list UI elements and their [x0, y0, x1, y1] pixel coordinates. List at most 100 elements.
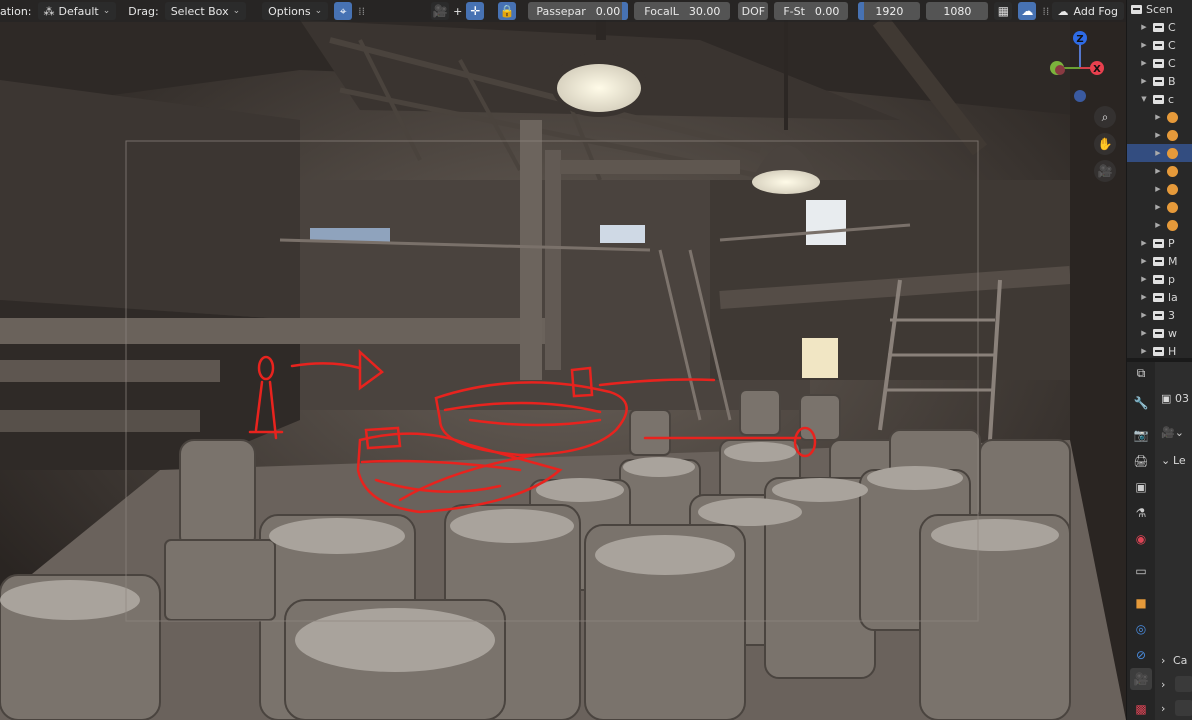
outliner-row[interactable]: ▶: [1127, 162, 1192, 180]
neg-x-axis-icon: [1055, 65, 1065, 75]
outliner-row[interactable]: ▶ w: [1127, 324, 1192, 342]
outliner-row[interactable]: ▶ 3: [1127, 306, 1192, 324]
view-layer-icon[interactable]: ▣: [1130, 476, 1152, 498]
expand-right-icon[interactable]: ▶: [1153, 185, 1163, 193]
outliner-row[interactable]: ▶ C: [1127, 18, 1192, 36]
outliner-row[interactable]: ▶: [1127, 108, 1192, 126]
object-icon[interactable]: ■: [1130, 592, 1152, 614]
dof-toggle[interactable]: DOF: [738, 2, 769, 20]
collapsed-panel-header[interactable]: ›: [1161, 678, 1165, 691]
expand-right-icon[interactable]: ▶: [1153, 203, 1163, 211]
outliner-row[interactable]: ▶ P: [1127, 234, 1192, 252]
outliner-row[interactable]: ▶: [1127, 198, 1192, 216]
orientation-dropdown[interactable]: ⁂ Default ⌄: [37, 2, 117, 20]
outliner-row[interactable]: Scen: [1127, 0, 1192, 18]
outliner[interactable]: Scen ▶ C ▶ C ▶ C ▶ B ▼ c ▶ ▶ ▶ ▶ ▶ ▶ ▶ ▶ P ▶ M ▶ p ▶ la ▶ 3 ▶ w ▶ H: [1127, 0, 1192, 358]
drag-handle-icon[interactable]: ⁞⁞: [1042, 5, 1049, 18]
expand-down-icon[interactable]: ▼: [1139, 95, 1149, 103]
collapsed-panel-header[interactable]: ›: [1161, 702, 1165, 715]
fog-tool-icon[interactable]: ☁: [1018, 2, 1037, 20]
camera-icon[interactable]: 🎥: [431, 2, 450, 20]
outliner-row[interactable]: ▶: [1127, 180, 1192, 198]
orientation-value: Default: [58, 4, 99, 18]
properties-editor[interactable]: ⧉ 🔧 📷 🖨 ▣ ⚗ ◉ ▭ ■ ◎ ⊘ 🎥 ▩ ▣ 03 🎥⌄ ⌄ Le ›…: [1127, 362, 1192, 720]
outliner-row-label: C: [1168, 20, 1176, 34]
expand-right-icon[interactable]: ▶: [1139, 23, 1149, 31]
lock-icon[interactable]: 🔒: [498, 2, 517, 20]
add-icon[interactable]: +: [453, 5, 462, 18]
camera-data-icon[interactable]: 🎥⌄: [1161, 426, 1184, 439]
object-name[interactable]: 03: [1175, 392, 1189, 405]
expand-right-icon[interactable]: ▶: [1139, 59, 1149, 67]
collapsed-panel-box[interactable]: [1175, 676, 1192, 692]
chevron-down-icon: ⌄: [102, 6, 111, 16]
outliner-row[interactable]: ▶ C: [1127, 36, 1192, 54]
world-icon[interactable]: ◉: [1130, 528, 1152, 550]
gizmo-toggle-icon[interactable]: ⌖: [334, 2, 353, 20]
expand-right-icon[interactable]: ▶: [1153, 221, 1163, 229]
camera-panel-header[interactable]: ›: [1161, 654, 1165, 667]
resolution-x-field[interactable]: 1920: [858, 2, 921, 20]
editor-type-icon[interactable]: ⧉: [1130, 362, 1152, 384]
expand-right-icon[interactable]: ▶: [1139, 329, 1149, 337]
physics-icon[interactable]: ◎: [1130, 618, 1152, 640]
expand-right-icon[interactable]: ▶: [1153, 149, 1163, 157]
outliner-row[interactable]: ▶ C: [1127, 54, 1192, 72]
zoom-icon[interactable]: ⌕: [1094, 106, 1116, 128]
expand-right-icon[interactable]: ▶: [1139, 239, 1149, 247]
expand-right-icon[interactable]: ▶: [1153, 167, 1163, 175]
constraints-icon[interactable]: ⊘: [1130, 644, 1152, 666]
texture-icon[interactable]: ▩: [1130, 698, 1152, 720]
collection-icon: [1153, 310, 1164, 320]
drag-dropdown[interactable]: Select Box ⌄: [164, 2, 247, 20]
navigation-gizmo[interactable]: Z X: [1040, 26, 1120, 106]
outliner-row[interactable]: ▶ p: [1127, 270, 1192, 288]
outliner-row[interactable]: ▶ H: [1127, 342, 1192, 358]
orientation-label: ation:: [0, 4, 32, 18]
collapsed-panel-box[interactable]: [1175, 700, 1192, 716]
options-dropdown[interactable]: Options ⌄: [262, 2, 329, 20]
outliner-row[interactable]: ▶: [1127, 144, 1192, 162]
drag-handle-icon[interactable]: ⁞⁞: [358, 5, 365, 18]
expand-right-icon[interactable]: ▶: [1139, 77, 1149, 85]
outliner-row[interactable]: ▶ la: [1127, 288, 1192, 306]
add-fog-button[interactable]: ☁ Add Fog: [1051, 2, 1124, 20]
outliner-row[interactable]: ▼ c: [1127, 90, 1192, 108]
expand-right-icon[interactable]: ▶: [1139, 347, 1149, 355]
object-icon: [1167, 201, 1178, 213]
outliner-row[interactable]: ▶: [1127, 216, 1192, 234]
focal-length-field[interactable]: FocalL 30.00: [634, 2, 731, 20]
axis-icon[interactable]: ✛: [466, 2, 485, 20]
grid-icon[interactable]: ▦: [994, 2, 1013, 20]
object-data-camera-icon[interactable]: 🎥: [1130, 668, 1152, 690]
outliner-row[interactable]: ▶ M: [1127, 252, 1192, 270]
expand-right-icon[interactable]: ▶: [1139, 41, 1149, 49]
pan-hand-icon[interactable]: ✋: [1094, 133, 1116, 155]
expand-right-icon[interactable]: ▶: [1153, 131, 1163, 139]
output-icon[interactable]: 🖨: [1130, 450, 1152, 472]
3d-viewport[interactable]: ation: ⁂ Default ⌄ Drag: Select Box ⌄ Op…: [0, 0, 1126, 720]
resolution-y-field[interactable]: 1080: [926, 2, 989, 20]
passepartout-field[interactable]: Passepar 0.00: [528, 2, 629, 20]
collection-icon[interactable]: ▭: [1130, 560, 1152, 582]
expand-right-icon[interactable]: ▶: [1139, 275, 1149, 283]
expand-right-icon[interactable]: ▶: [1139, 293, 1149, 301]
fstop-field[interactable]: F-St 0.00: [774, 2, 849, 20]
camera-panel-label: Ca: [1173, 654, 1188, 667]
render-icon[interactable]: 📷: [1130, 424, 1152, 446]
camera-view-icon[interactable]: 🎥: [1094, 160, 1116, 182]
viewport-header: ation: ⁂ Default ⌄ Drag: Select Box ⌄ Op…: [0, 0, 1126, 22]
collection-icon: [1153, 274, 1164, 284]
outliner-row[interactable]: ▶: [1127, 126, 1192, 144]
tool-icon[interactable]: 🔧: [1130, 392, 1152, 414]
chevron-down-icon: ⌄: [314, 6, 323, 16]
collection-icon: [1153, 40, 1164, 50]
expand-right-icon[interactable]: ▶: [1139, 257, 1149, 265]
expand-right-icon[interactable]: ▶: [1139, 311, 1149, 319]
right-panel: Scen ▶ C ▶ C ▶ C ▶ B ▼ c ▶ ▶ ▶ ▶ ▶ ▶ ▶ ▶ P ▶ M ▶ p ▶ la ▶ 3 ▶ w ▶ H ⧉ 🔧…: [1126, 0, 1192, 720]
outliner-row-label: la: [1168, 290, 1178, 304]
outliner-row[interactable]: ▶ B: [1127, 72, 1192, 90]
lens-panel-header[interactable]: ⌄: [1161, 454, 1170, 467]
expand-right-icon[interactable]: ▶: [1153, 113, 1163, 121]
scene-icon[interactable]: ⚗: [1130, 502, 1152, 524]
